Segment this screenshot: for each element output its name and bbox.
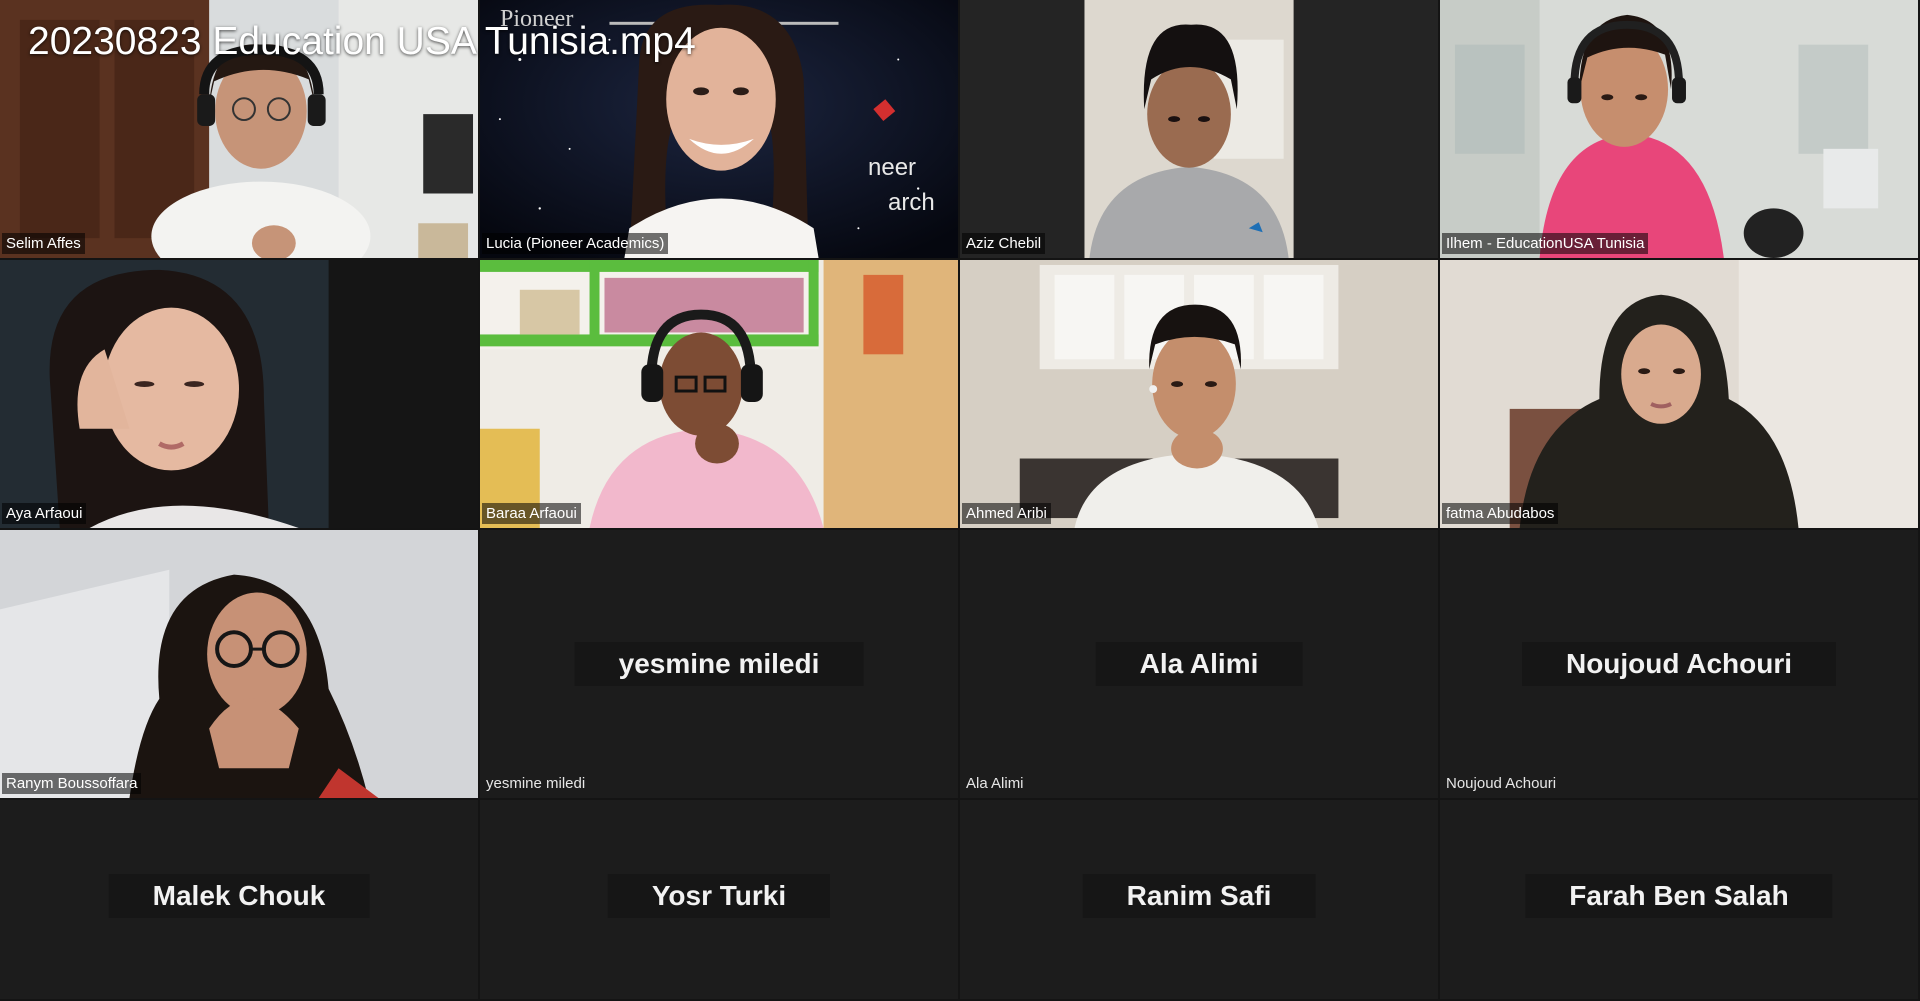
participant-tile[interactable]: Noujoud Achouri Noujoud Achouri (1440, 530, 1920, 800)
participant-tile[interactable]: yesmine miledi yesmine miledi (480, 530, 960, 800)
participant-tile[interactable]: Ranim Safi (960, 800, 1440, 1001)
participant-name-label: Aya Arfaoui (2, 503, 87, 524)
participant-name-label: Selim Affes (2, 233, 85, 254)
participant-tile[interactable]: Yosr Turki (480, 800, 960, 1001)
participant-display-name: yesmine miledi (574, 642, 864, 686)
participant-tile[interactable]: Malek Chouk (0, 800, 480, 1001)
participant-name-label: Ranym Boussoffara (2, 773, 142, 794)
participant-display-name: Ranim Safi (1082, 873, 1316, 918)
participant-tile[interactable]: Ilhem - EducationUSA Tunisia (1440, 0, 1920, 260)
participant-name-label: Noujoud Achouri (1446, 775, 1557, 792)
participant-name-label: Ala Alimi (966, 775, 1024, 792)
video-feed-fatma (1440, 260, 1918, 528)
participant-display-name: Noujoud Achouri (1521, 642, 1837, 686)
participant-tile[interactable]: Aziz Chebil (960, 0, 1440, 260)
participant-name-label: fatma Abudabos (1442, 503, 1559, 524)
participant-name-label: Aziz Chebil (962, 233, 1046, 254)
participant-name-label: yesmine miledi (486, 775, 586, 792)
video-title: 20230823 Education USA Tunisia.mp4 (28, 20, 696, 63)
participant-name-label: Baraa Arfaoui (482, 503, 581, 524)
backdrop-text-line-1: neer (868, 154, 917, 181)
participant-tile[interactable]: Ala Alimi Ala Alimi (960, 530, 1440, 800)
participant-tile[interactable]: Baraa Arfaoui (480, 260, 960, 530)
gallery-grid: Selim Affes Lucia (Pioneer Academics) Az… (0, 0, 1920, 1001)
participant-display-name: Ala Alimi (1095, 642, 1303, 686)
video-feed-aziz (960, 0, 1438, 258)
participant-tile[interactable]: Ahmed Aribi (960, 260, 1440, 530)
participant-tile[interactable]: Aya Arfaoui (0, 260, 480, 530)
participant-tile[interactable]: fatma Abudabos (1440, 260, 1920, 530)
backdrop-text-line-2: arch (888, 189, 935, 216)
video-feed-ilhem (1440, 0, 1918, 258)
participant-name-label: Ahmed Aribi (962, 503, 1051, 524)
participant-name-label: Ilhem - EducationUSA Tunisia (1442, 233, 1649, 254)
video-feed-ranym (0, 530, 478, 798)
participant-display-name: Malek Chouk (108, 873, 370, 918)
participant-display-name: Farah Ben Salah (1525, 873, 1833, 918)
participant-tile[interactable]: Ranym Boussoffara (0, 530, 480, 800)
participant-display-name: Yosr Turki (607, 873, 831, 918)
participant-name-label: Lucia (Pioneer Academics) (482, 233, 669, 254)
participant-tile[interactable]: Farah Ben Salah (1440, 800, 1920, 1001)
video-feed-baraa (480, 260, 958, 528)
video-feed-ahmed (960, 260, 1438, 528)
video-feed-aya (0, 260, 478, 528)
